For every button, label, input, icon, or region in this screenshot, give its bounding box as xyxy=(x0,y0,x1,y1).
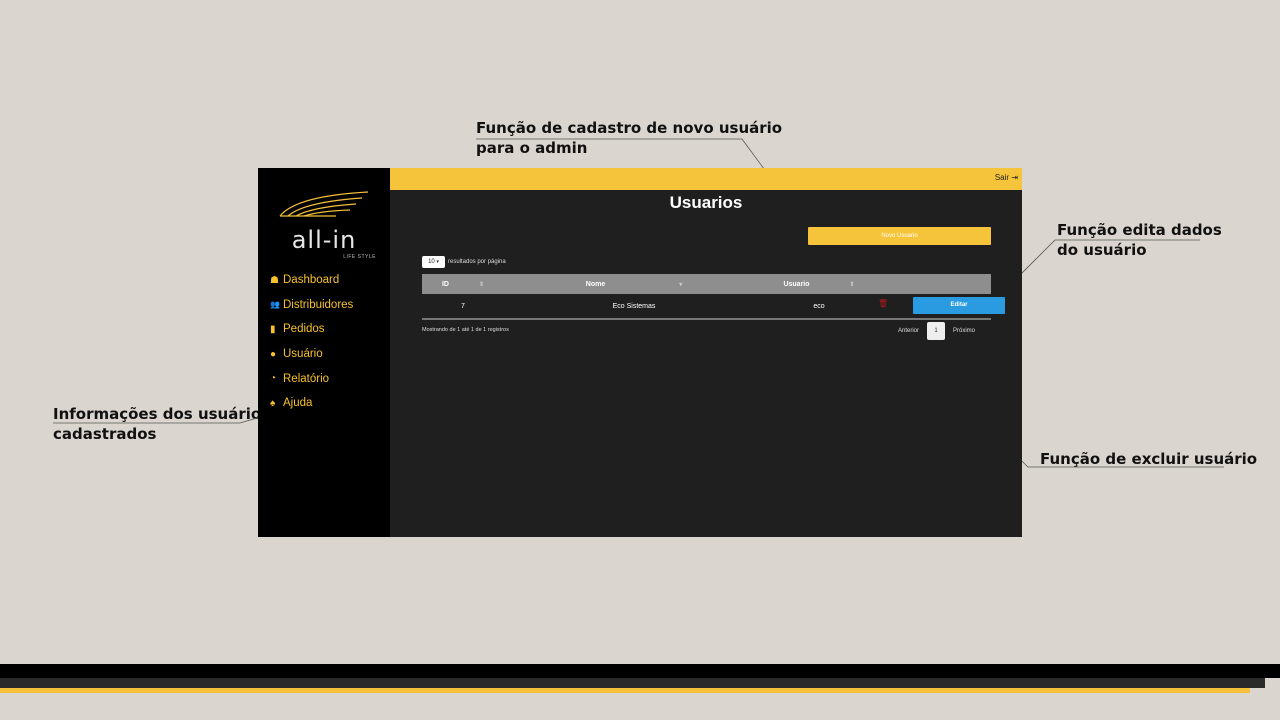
sort-icon: ⇕ xyxy=(849,281,855,288)
cell-id: 7 xyxy=(461,302,465,310)
file-icon: ▮ xyxy=(270,323,276,335)
users-table: ID ⇕ Nome ▾ Usuario ⇕ 7 Eco Sistemas eco 🗑 … xyxy=(422,274,1005,320)
column-header-nome[interactable]: Nome ▾ xyxy=(504,281,764,288)
users-icon: 👥 xyxy=(270,300,280,310)
sidebar-item-usuario[interactable]: ● Usuário xyxy=(270,342,353,367)
column-header-label: Nome xyxy=(585,280,606,288)
page-length-select[interactable]: 10 ▾ xyxy=(422,256,445,268)
sort-desc-icon: ▾ xyxy=(679,281,683,288)
pagination-next[interactable]: Próximo xyxy=(953,328,975,334)
sign-out-icon: ⇥ xyxy=(1011,173,1018,182)
pagination: Anterior 1 Próximo xyxy=(898,322,975,340)
sidebar-item-label: Pedidos xyxy=(283,323,325,336)
top-bar: Sair ⇥ xyxy=(390,168,1022,190)
column-header-id[interactable]: ID ⇕ xyxy=(422,281,504,288)
table-info: Mostrando de 1 até 1 de 1 registros xyxy=(422,327,509,333)
annotation-new-user-text: Função de cadastro de novo usuário para … xyxy=(476,119,783,157)
wing-logo-icon xyxy=(279,191,369,217)
main-content: Sair ⇥ Usuarios Novo Usuario 10 ▾ result… xyxy=(390,168,1022,537)
table-row: 7 Eco Sistemas eco 🗑 Editar xyxy=(422,294,1005,320)
cell-usuario: eco xyxy=(813,302,825,310)
logout-button[interactable]: Sair ⇥ xyxy=(995,173,1018,182)
table-header: ID ⇕ Nome ▾ Usuario ⇕ xyxy=(422,274,991,294)
pagination-prev[interactable]: Anterior xyxy=(898,328,919,334)
decorative-bar-black xyxy=(0,664,1280,678)
annotation-delete-user: Função de excluir usuário xyxy=(1040,449,1257,469)
sidebar-item-label: Ajuda xyxy=(283,397,313,410)
page-length-control: 10 ▾ resultados por página xyxy=(422,256,506,268)
sidebar-nav: ☗ Dashboard 👥 Distribuidores ▮ Pedidos ● Usu… xyxy=(270,268,353,416)
pagination-page-1[interactable]: 1 xyxy=(927,322,946,340)
cell-actions: 🗑 Editar xyxy=(874,294,1005,318)
sidebar-item-label: Dashboard xyxy=(283,274,340,287)
sidebar: all-in LIFE STYLE ☗ Dashboard 👥 Distribuid… xyxy=(258,168,390,537)
page-length-label: resultados por página xyxy=(448,259,506,265)
sidebar-item-distribuidores[interactable]: 👥 Distribuidores xyxy=(270,293,353,318)
column-header-usuario[interactable]: Usuario ⇕ xyxy=(764,281,874,288)
decorative-bar-yellow xyxy=(0,688,1250,693)
home-icon: ☗ xyxy=(270,274,279,286)
annotation-new-user: Função de cadastro de novo usuário para … xyxy=(476,118,782,158)
bell-icon: ♠ xyxy=(270,397,276,409)
cell-nome: Eco Sistemas xyxy=(612,302,656,310)
app-window: all-in LIFE STYLE ☗ Dashboard 👥 Distribuid… xyxy=(258,168,1022,537)
annotation-user-info: Informações dos usuários cadastrados xyxy=(53,404,270,444)
logo-subtitle: LIFE STYLE xyxy=(343,254,376,260)
user-icon: ● xyxy=(270,348,277,360)
new-user-button[interactable]: Novo Usuario xyxy=(808,227,991,245)
sidebar-item-label: Relatório xyxy=(283,372,330,385)
column-header-actions xyxy=(874,272,991,296)
page-length-value: 10 xyxy=(428,259,435,265)
edit-button[interactable]: Editar xyxy=(913,297,1005,314)
column-header-label: Usuario xyxy=(783,280,810,288)
sidebar-item-label: Distribuidores xyxy=(283,298,354,311)
brand-logo: all-in LIFE STYLE xyxy=(276,186,376,276)
pie-chart-icon: ◔ xyxy=(270,373,277,385)
sidebar-item-dashboard[interactable]: ☗ Dashboard xyxy=(270,268,353,293)
column-header-label: ID xyxy=(441,280,449,288)
logout-label: Sair xyxy=(994,173,1010,182)
sidebar-item-relatorio[interactable]: ◔ Relatório xyxy=(270,366,353,391)
sidebar-item-label: Usuário xyxy=(283,348,323,361)
sidebar-item-ajuda[interactable]: ♠ Ajuda xyxy=(270,391,353,416)
annotation-edit-user: Função edita dados do usuário xyxy=(1057,220,1222,260)
decorative-bar-dark xyxy=(0,678,1265,688)
logo-text: all-in xyxy=(291,226,357,254)
chevron-down-icon: ▾ xyxy=(436,259,439,265)
page-title: Usuarios xyxy=(669,193,743,212)
annotation-user-info-text: Informações dos usuários cadastrados xyxy=(53,405,271,443)
sort-icon: ⇕ xyxy=(478,281,485,288)
sidebar-item-pedidos[interactable]: ▮ Pedidos xyxy=(270,317,353,342)
annotation-edit-user-text: Função edita dados do usuário xyxy=(1057,221,1222,259)
trash-icon[interactable]: 🗑 xyxy=(878,299,888,308)
annotation-delete-user-text: Função de excluir usuário xyxy=(1040,450,1258,468)
